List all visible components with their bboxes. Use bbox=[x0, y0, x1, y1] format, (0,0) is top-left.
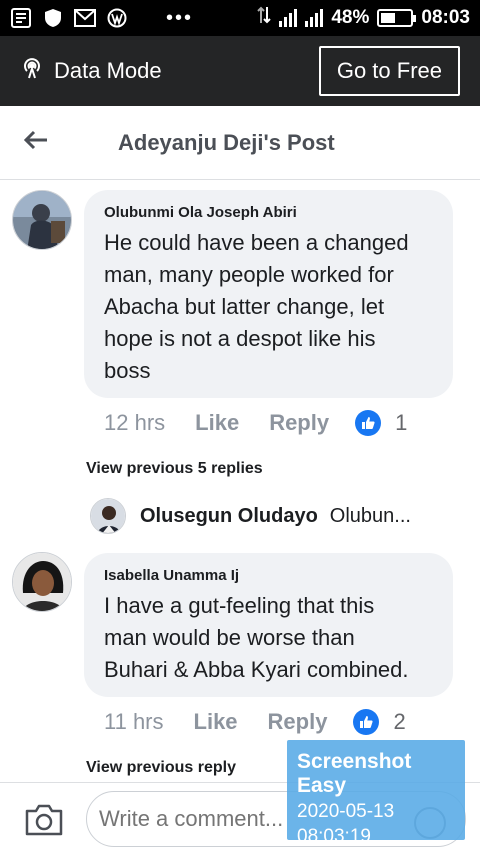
data-mode-label: Data Mode bbox=[54, 58, 162, 83]
reply-button[interactable]: Reply bbox=[269, 410, 329, 436]
comment-text-line: I have a gut-feeling that this bbox=[104, 593, 375, 618]
reply-preview[interactable]: Olusegun Oludayo Olubun... bbox=[90, 498, 411, 534]
wordpress-icon bbox=[106, 8, 128, 28]
comment-time: 11 hrs bbox=[104, 709, 164, 734]
comment-text-line: Abacha but latter change, let bbox=[104, 294, 385, 319]
avatar[interactable] bbox=[90, 498, 126, 534]
reply-author[interactable]: Olusegun Oludayo bbox=[140, 505, 318, 528]
like-button[interactable]: Like bbox=[194, 709, 238, 735]
data-transfer-icon bbox=[257, 6, 272, 30]
comment-text-line: man would be worse than bbox=[104, 625, 355, 650]
comment-time: 12 hrs bbox=[104, 410, 166, 435]
go-to-free-button[interactable]: Go to Free bbox=[318, 46, 460, 96]
back-arrow-icon bbox=[23, 130, 49, 155]
comment-text: I have a gut-feeling that this man would… bbox=[104, 590, 433, 686]
thumbs-up-icon[interactable] bbox=[353, 709, 380, 735]
comment-text-line: boss bbox=[104, 358, 151, 383]
like-count[interactable]: 2 bbox=[393, 709, 405, 735]
view-previous-replies-link[interactable]: View previous reply bbox=[86, 759, 236, 777]
comment-text: He could have been a changed man, many p… bbox=[104, 227, 433, 387]
reply-button[interactable]: Reply bbox=[268, 709, 328, 735]
post-header: Adeyanju Deji's Post bbox=[0, 106, 480, 180]
signal-icon bbox=[279, 9, 298, 27]
comment-bubble: Isabella Unamma Ij I have a gut-feeling … bbox=[84, 553, 453, 697]
overlay-title: Screenshot Easy bbox=[297, 750, 412, 797]
clock: 08:03 bbox=[421, 7, 470, 28]
signal-icon-2 bbox=[305, 9, 324, 27]
reply-text: Olubun... bbox=[329, 504, 411, 527]
data-mode-bar: Data Mode Go to Free bbox=[0, 36, 480, 106]
avatar[interactable] bbox=[12, 190, 72, 250]
comment-actions: 11 hrs Like Reply 2 bbox=[104, 709, 406, 735]
comment-bubble: Olubunmi Ola Joseph Abiri He could have … bbox=[84, 190, 453, 398]
broadcast-icon bbox=[20, 56, 44, 86]
overlay-date: 2020-05-13 bbox=[297, 801, 395, 822]
comment-actions: 12 hrs Like Reply 1 bbox=[104, 410, 407, 436]
news-icon bbox=[10, 8, 32, 28]
view-previous-replies-link[interactable]: View previous 5 replies bbox=[86, 460, 263, 478]
battery-percent: 48% bbox=[331, 7, 370, 28]
battery-icon bbox=[377, 9, 417, 27]
gmail-icon bbox=[74, 8, 96, 28]
screenshot-easy-overlay[interactable]: Screenshot Easy 2020-05-13 08:03:19 bbox=[287, 740, 465, 847]
thumbs-up-icon[interactable] bbox=[355, 410, 382, 436]
comment-author[interactable]: Isabella Unamma Ij bbox=[104, 567, 433, 584]
comment-text-line: man, many people worked for bbox=[104, 262, 394, 287]
camera-icon[interactable] bbox=[24, 803, 64, 837]
comment-text-line: He could have been a changed bbox=[104, 230, 409, 255]
like-button[interactable]: Like bbox=[195, 410, 239, 436]
more-notifications-icon: ••• bbox=[166, 7, 194, 29]
avatar[interactable] bbox=[12, 552, 72, 612]
status-bar: ••• 48% 08:03 bbox=[0, 0, 480, 36]
like-count[interactable]: 1 bbox=[395, 410, 407, 436]
comment-text-line: Buhari & Abba Kyari combined. bbox=[104, 657, 409, 682]
overlay-time: 08:03:19 bbox=[297, 826, 371, 847]
shield-icon bbox=[42, 8, 64, 28]
page-title: Adeyanju Deji's Post bbox=[118, 129, 335, 155]
comment-author[interactable]: Olubunmi Ola Joseph Abiri bbox=[104, 204, 433, 221]
comment-text-line: hope is not a despot like his bbox=[104, 326, 376, 351]
data-mode-toggle[interactable]: Data Mode bbox=[20, 56, 162, 86]
back-button[interactable] bbox=[0, 106, 72, 180]
